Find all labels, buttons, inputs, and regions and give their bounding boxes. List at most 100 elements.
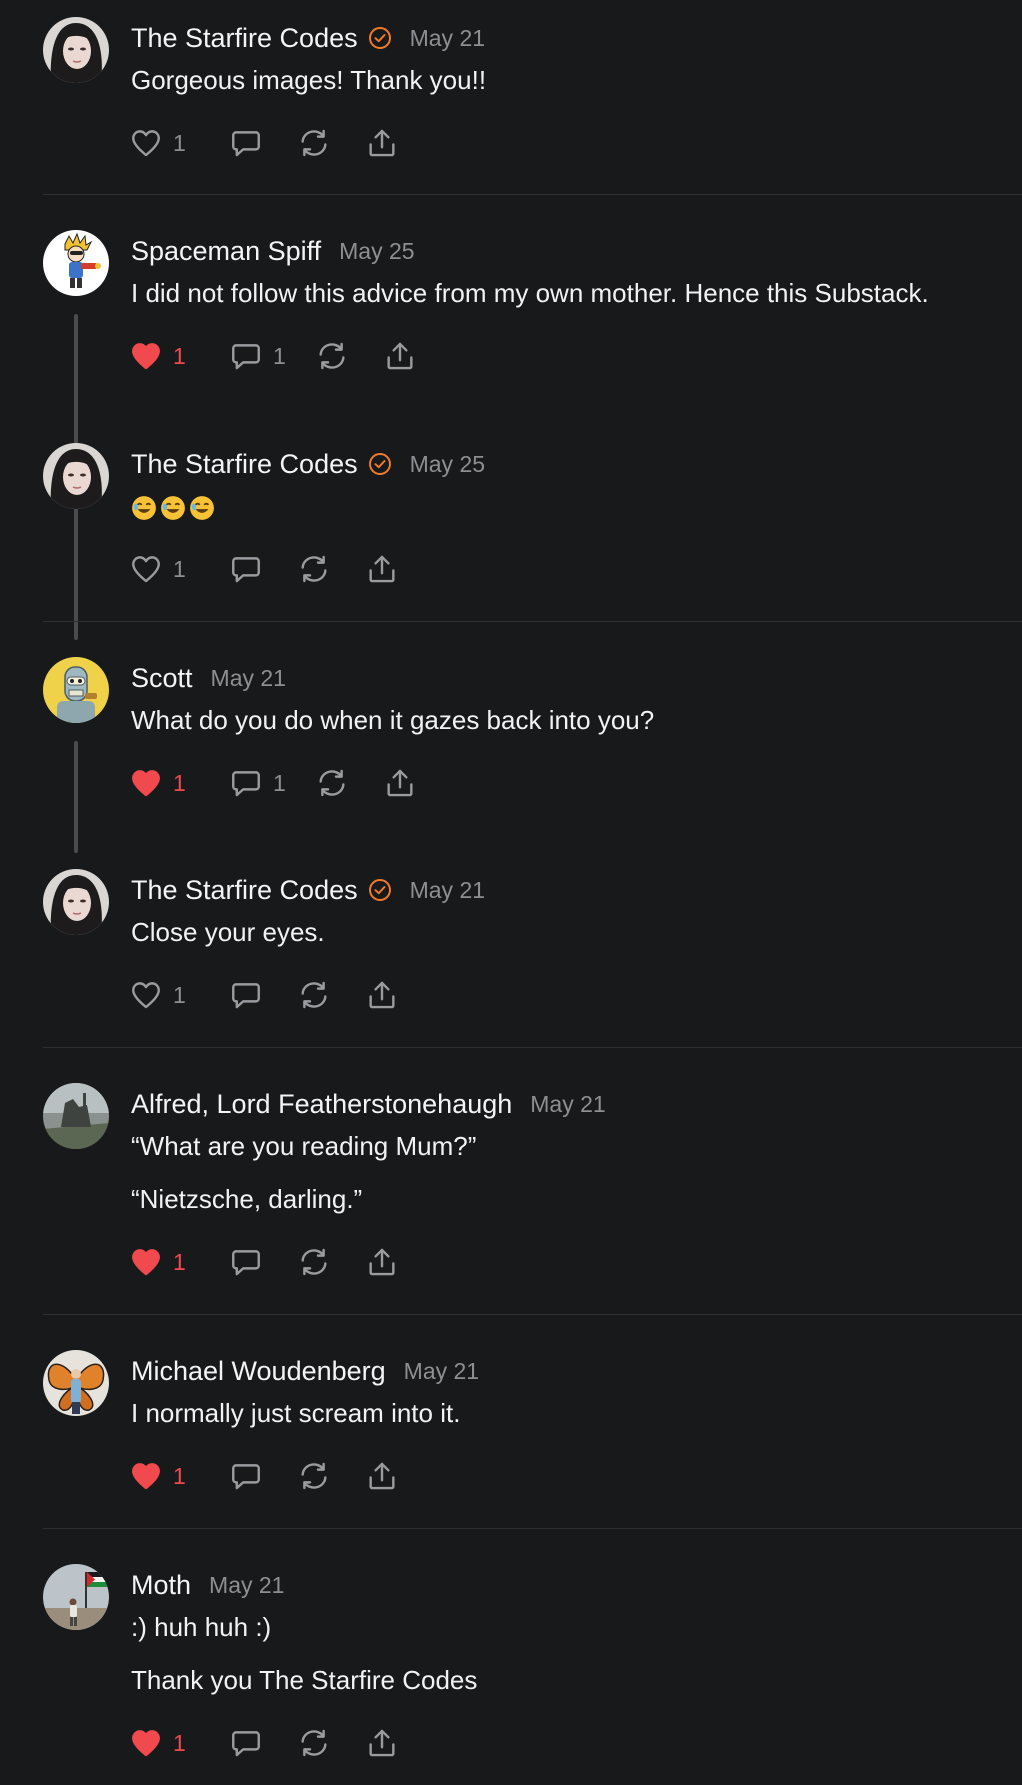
restack-button[interactable]	[297, 1726, 365, 1760]
heart-icon	[129, 1726, 163, 1760]
author-name[interactable]: Scott	[131, 663, 193, 694]
avatar[interactable]	[43, 1083, 109, 1149]
verified-badge-icon	[368, 878, 392, 902]
comment-body: Close your eyes.	[131, 914, 325, 950]
restack-button[interactable]	[297, 126, 365, 160]
author-name[interactable]: Alfred, Lord Featherstonehaugh	[131, 1089, 512, 1120]
comment-actions: 1	[129, 1725, 399, 1761]
reply-button[interactable]	[229, 978, 297, 1012]
comment-actions: 11	[129, 338, 417, 374]
comment-actions: 1	[129, 551, 399, 587]
author-name[interactable]: Michael Woudenberg	[131, 1356, 386, 1387]
comment-text: Close your eyes.	[131, 917, 325, 947]
author-name[interactable]: The Starfire Codes	[131, 23, 358, 54]
avatar[interactable]	[43, 230, 109, 296]
comment-body: Gorgeous images! Thank you!!	[131, 62, 486, 98]
comment-date[interactable]: May 21	[530, 1091, 605, 1118]
reply-button[interactable]: 1	[229, 766, 315, 800]
share-button[interactable]	[365, 978, 399, 1012]
comment-body: :) huh huh :) Thank you The Starfire Code…	[131, 1609, 477, 1698]
reply-button[interactable]	[229, 1459, 297, 1493]
reply-button[interactable]	[229, 1245, 297, 1279]
avatar[interactable]	[43, 443, 109, 509]
author-name[interactable]: Spaceman Spiff	[131, 236, 321, 267]
comment-body: I normally just scream into it.	[131, 1395, 460, 1431]
like-count: 1	[173, 1729, 186, 1756]
reply-button[interactable]	[229, 126, 297, 160]
share-button[interactable]	[365, 1726, 399, 1760]
comment-text: “What are you reading Mum?”	[131, 1131, 477, 1161]
share-button[interactable]	[365, 126, 399, 160]
restack-button[interactable]	[315, 766, 383, 800]
heart-icon	[129, 552, 163, 586]
divider	[43, 1047, 1022, 1048]
restack-arrows-icon	[297, 552, 331, 586]
comment-text: :) huh huh :)	[131, 1612, 272, 1642]
comment-header: Michael Woudenberg May 21	[131, 1353, 479, 1389]
like-button[interactable]: 1	[129, 552, 229, 586]
comment-date[interactable]: May 25	[410, 451, 485, 478]
comment-date[interactable]: May 21	[410, 25, 485, 52]
avatar[interactable]	[43, 657, 109, 723]
speech-bubble-icon	[229, 339, 263, 373]
comment-text: I did not follow this advice from my own…	[131, 278, 929, 308]
divider	[43, 1314, 1022, 1315]
like-button[interactable]: 1	[129, 1726, 229, 1760]
comment-text: “Nietzsche, darling.”	[131, 1184, 363, 1214]
restack-button[interactable]	[297, 1245, 365, 1279]
restack-button[interactable]	[297, 1459, 365, 1493]
rofl-emoji-icon	[189, 491, 218, 521]
comment-date[interactable]: May 21	[410, 877, 485, 904]
avatar[interactable]	[43, 1564, 109, 1630]
share-button[interactable]	[365, 552, 399, 586]
share-button[interactable]	[383, 339, 417, 373]
reply-count: 1	[273, 769, 286, 796]
share-upload-icon	[365, 978, 399, 1012]
heart-icon	[129, 766, 163, 800]
share-button[interactable]	[365, 1245, 399, 1279]
comment-date[interactable]: May 21	[209, 1572, 284, 1599]
comment-text: Gorgeous images! Thank you!!	[131, 65, 487, 95]
comment: Scott May 21 What do you do when it gazes …	[0, 640, 1022, 853]
reply-button[interactable]: 1	[229, 339, 315, 373]
restack-button[interactable]	[297, 978, 365, 1012]
share-upload-icon	[365, 1245, 399, 1279]
rofl-emoji-icon	[160, 491, 189, 521]
speech-bubble-icon	[229, 978, 263, 1012]
comment-text: What do you do when it gazes back into y…	[131, 705, 655, 735]
heart-icon	[129, 1245, 163, 1279]
restack-button[interactable]	[297, 552, 365, 586]
like-button[interactable]: 1	[129, 339, 229, 373]
author-name[interactable]: The Starfire Codes	[131, 449, 358, 480]
comment-body	[131, 488, 218, 524]
like-button[interactable]: 1	[129, 766, 229, 800]
share-upload-icon	[365, 552, 399, 586]
like-button[interactable]: 1	[129, 126, 229, 160]
comment-actions: 1	[129, 1458, 399, 1494]
reply-button[interactable]	[229, 552, 297, 586]
restack-arrows-icon	[297, 126, 331, 160]
like-button[interactable]: 1	[129, 978, 229, 1012]
author-name[interactable]: Moth	[131, 1570, 191, 1601]
comment-header: Alfred, Lord Featherstonehaugh May 21	[131, 1086, 606, 1122]
comment-text	[131, 488, 218, 524]
restack-button[interactable]	[315, 339, 383, 373]
like-button[interactable]: 1	[129, 1245, 229, 1279]
comment: Moth May 21 :) huh huh :) Thank you The Sta…	[0, 1547, 1022, 1785]
comment-actions: 1	[129, 125, 399, 161]
avatar[interactable]	[43, 17, 109, 83]
avatar[interactable]	[43, 1350, 109, 1416]
verified-badge-icon	[368, 452, 392, 476]
like-button[interactable]: 1	[129, 1459, 229, 1493]
share-button[interactable]	[365, 1459, 399, 1493]
share-button[interactable]	[383, 766, 417, 800]
restack-arrows-icon	[315, 766, 349, 800]
reply-button[interactable]	[229, 1726, 297, 1760]
comment-date[interactable]: May 25	[339, 238, 414, 265]
author-name[interactable]: The Starfire Codes	[131, 875, 358, 906]
comment-body: I did not follow this advice from my own…	[131, 275, 929, 311]
comment-text: I normally just scream into it.	[131, 1398, 461, 1428]
comment-date[interactable]: May 21	[211, 665, 286, 692]
comment-date[interactable]: May 21	[404, 1358, 479, 1385]
avatar[interactable]	[43, 869, 109, 935]
